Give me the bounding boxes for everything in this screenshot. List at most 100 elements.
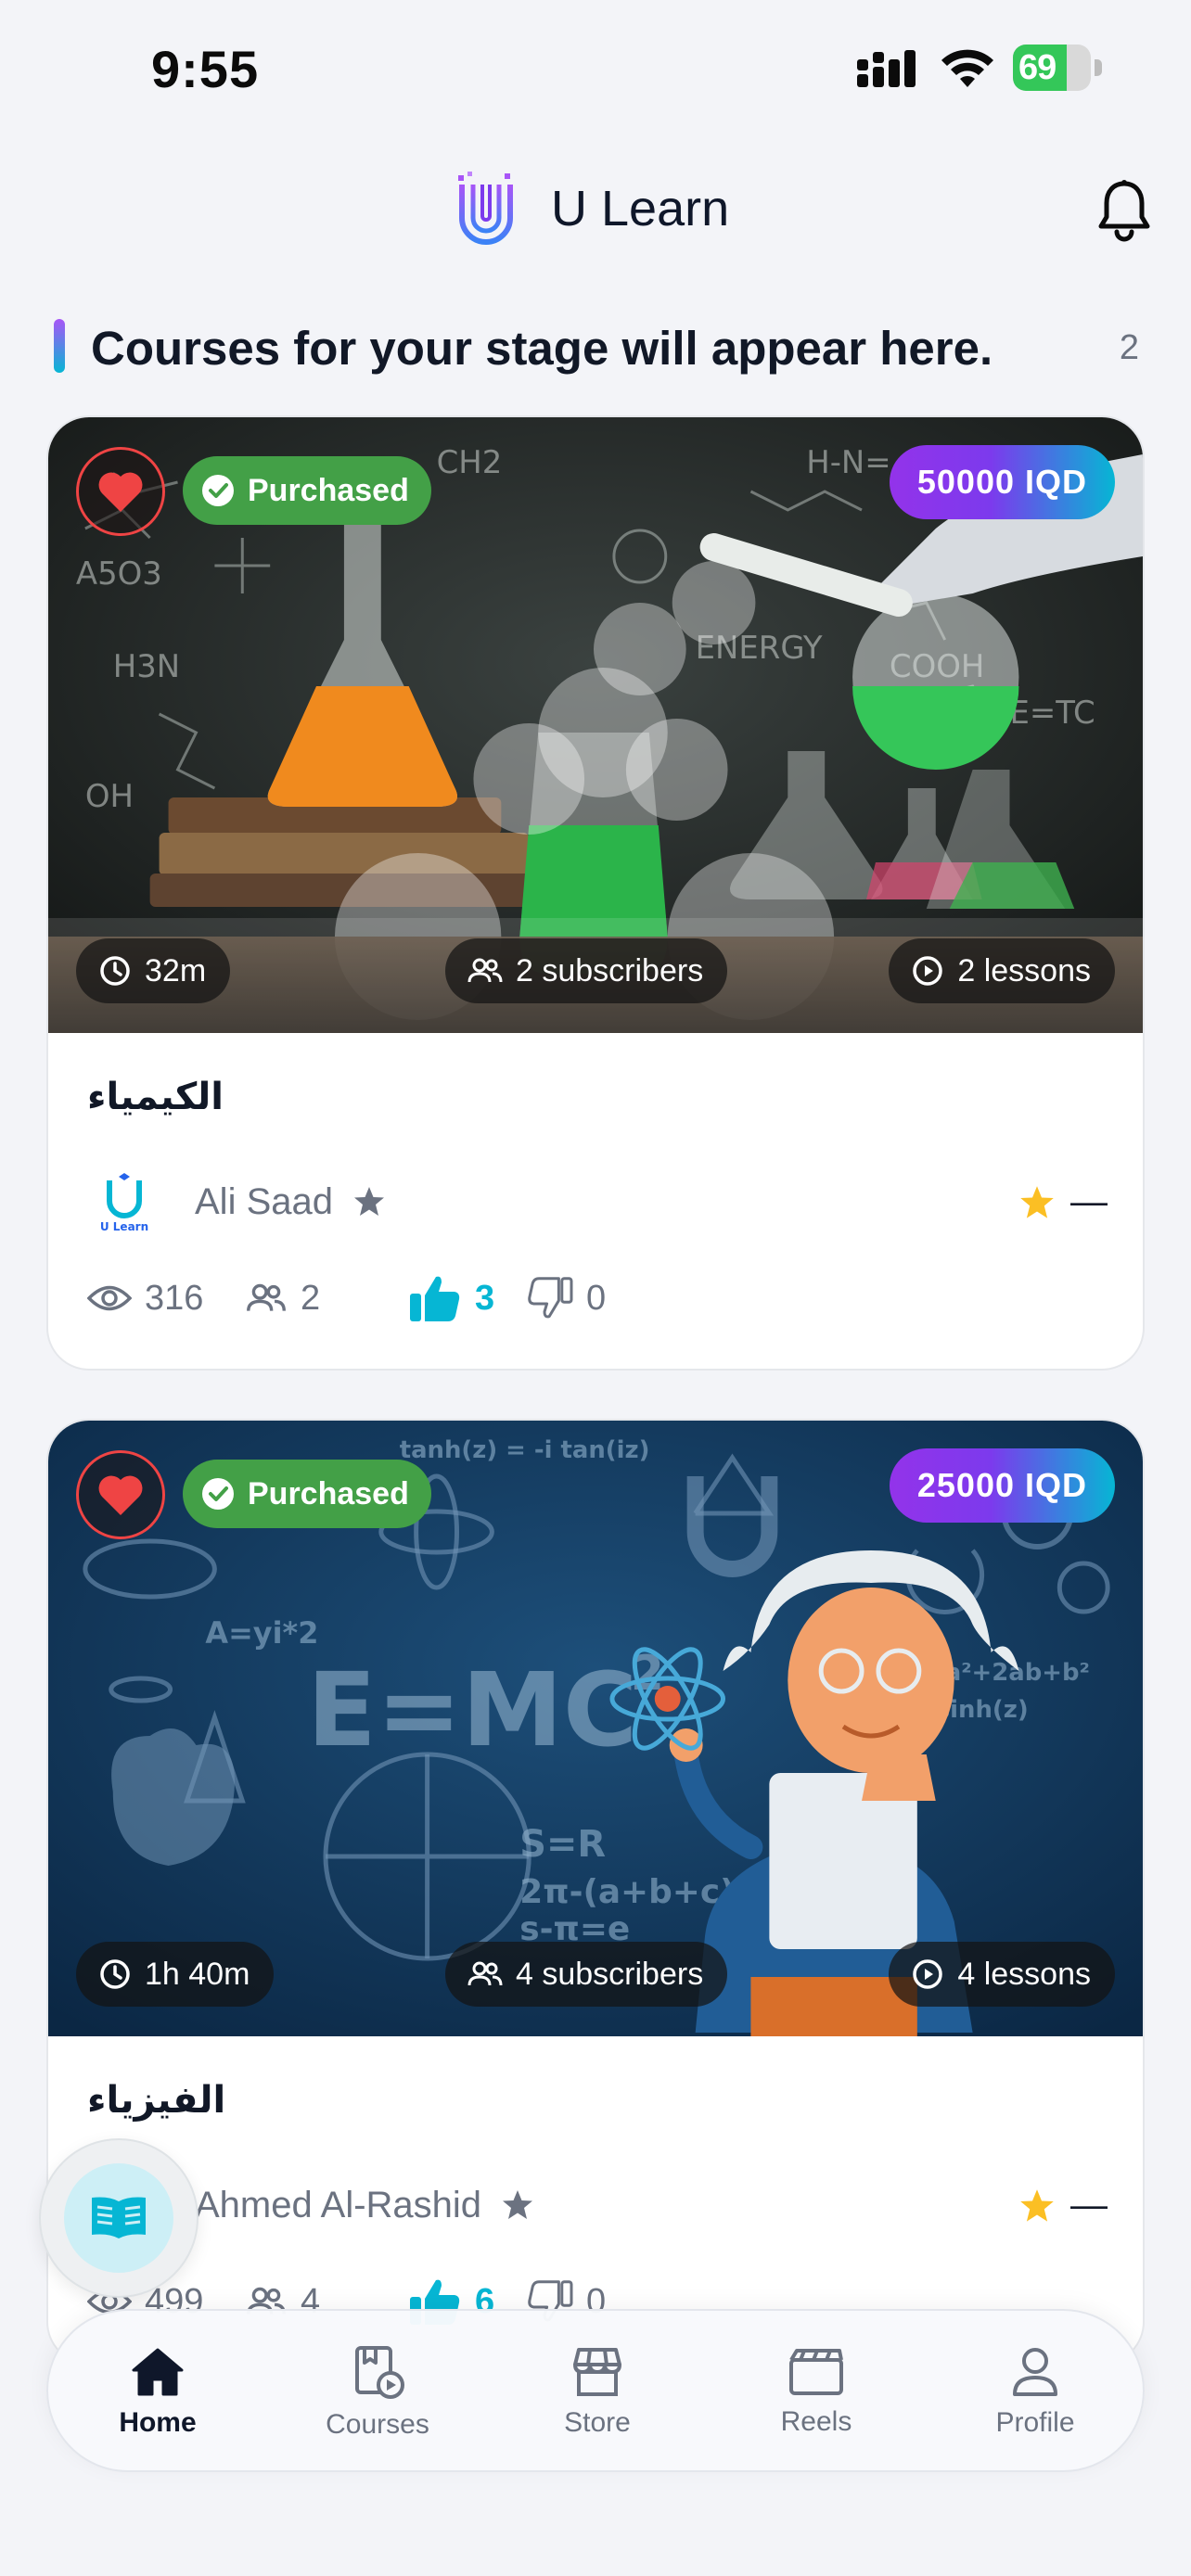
svg-text:E=TC: E=TC — [1009, 695, 1095, 732]
course-thumbnail[interactable]: A5O3 H2N H3N CH2 H-N= COOH E=TC ENERGY O… — [48, 417, 1143, 1033]
subscribers-label: 2 subscribers — [516, 952, 704, 988]
svg-text:A=yi*2: A=yi*2 — [205, 1615, 318, 1651]
open-book-icon — [92, 2197, 146, 2238]
section-heading: Courses for your stage will appear here.… — [54, 315, 1139, 380]
duration-label: 32m — [145, 952, 207, 988]
duration-chip: 32m — [76, 938, 231, 1003]
favorite-button[interactable] — [76, 1450, 165, 1539]
members-stat: 2 — [245, 1270, 320, 1326]
stats-row: 316 2 3 0 — [87, 1270, 1015, 1326]
rating: — — [1018, 2185, 1108, 2229]
dislikes-stat[interactable]: 0 — [527, 1270, 606, 1326]
app-header: U Learn — [0, 158, 1191, 260]
views-stat: 316 — [87, 1270, 203, 1326]
nav-item-profile[interactable]: Profile — [942, 2311, 1128, 2474]
users-icon — [467, 958, 503, 983]
subscribers-chip: 4 subscribers — [445, 1942, 728, 2007]
profile-icon — [1013, 2348, 1057, 2396]
svg-text:OH: OH — [85, 778, 134, 815]
course-thumbnail[interactable]: E=MC 2 S=R 2π-(a+b+c) s-π=e A=yi*2 a²+2a… — [48, 1421, 1143, 2036]
instructor-name-text: Ali Saad — [195, 1181, 333, 1222]
section-accent-bar — [54, 319, 65, 373]
price-badge: 50000 IQD — [889, 445, 1115, 519]
battery-indicator: 69 — [1013, 45, 1102, 91]
wifi-icon — [941, 49, 993, 87]
eye-icon — [87, 1285, 132, 1311]
rating-value: — — [1070, 1181, 1108, 1222]
reels-icon — [789, 2349, 843, 2395]
heart-icon — [98, 472, 143, 512]
rating: — — [1018, 1181, 1108, 1226]
svg-text:A5O3: A5O3 — [76, 555, 162, 593]
store-icon — [573, 2348, 621, 2396]
price-label: 25000 IQD — [916, 1466, 1087, 1504]
clock-icon — [100, 956, 130, 986]
thumbs-down-icon — [528, 1277, 573, 1319]
instructor-row[interactable]: U Learn Ali Saad — — [87, 1167, 1108, 1241]
verified-star-icon — [503, 2190, 533, 2219]
svg-text:S=R: S=R — [519, 1823, 606, 1866]
thumbs-up-icon — [410, 1276, 460, 1321]
svg-text:H3N: H3N — [113, 648, 180, 685]
nav-label-reels: Reels — [780, 2406, 852, 2437]
lessons-chip: 4 lessons — [889, 1942, 1115, 2007]
rating-star-icon — [1020, 1186, 1054, 1218]
play-circle-icon — [913, 956, 943, 986]
svg-text:H-N=: H-N= — [806, 444, 890, 481]
nav-label-home: Home — [119, 2407, 197, 2438]
floating-action-button[interactable] — [39, 2138, 198, 2298]
svg-text:CH2: CH2 — [437, 444, 503, 481]
likes-stat[interactable]: 3 — [408, 1270, 494, 1326]
section-count: 2 — [1119, 328, 1139, 367]
nav-item-home[interactable]: Home — [65, 2311, 250, 2474]
price-label: 50000 IQD — [916, 463, 1087, 501]
nav-item-store[interactable]: Store — [505, 2311, 690, 2474]
members-count: 2 — [301, 1278, 321, 1318]
check-circle-icon — [202, 475, 234, 506]
svg-text:tanh(z) = -i tan(iz): tanh(z) = -i tan(iz) — [400, 1436, 650, 1464]
duration-label: 1h 40m — [145, 1956, 250, 1992]
rating-value: — — [1070, 2185, 1108, 2225]
notification-bell-icon[interactable] — [1095, 178, 1154, 243]
battery-percent: 69 — [1018, 48, 1057, 87]
status-bar: 9:55 69 — [0, 0, 1191, 139]
purchased-label: Purchased — [248, 1475, 409, 1511]
verified-star-icon — [354, 1187, 385, 1216]
purchased-badge: Purchased — [183, 456, 431, 525]
app-title: U Learn — [551, 181, 730, 236]
nav-label-profile: Profile — [995, 2407, 1075, 2438]
dislikes-count: 0 — [586, 1278, 607, 1318]
svg-text:a²+2ab+b²: a²+2ab+b² — [945, 1659, 1090, 1687]
course-card[interactable]: E=MC 2 S=R 2π-(a+b+c) s-π=e A=yi*2 a²+2a… — [46, 1419, 1145, 2365]
section-title: Courses for your stage will appear here. — [91, 322, 993, 375]
nav-item-courses[interactable]: Courses — [285, 2311, 470, 2474]
cellular-signal-icon — [857, 50, 916, 87]
svg-text:2π-(a+b+c): 2π-(a+b+c) — [519, 1873, 735, 1911]
svg-text:E=MC: E=MC — [307, 1651, 637, 1769]
course-card[interactable]: A5O3 H2N H3N CH2 H-N= COOH E=TC ENERGY O… — [46, 415, 1145, 1371]
course-title[interactable]: الفيزياء — [87, 2079, 225, 2122]
nav-label-store: Store — [564, 2407, 631, 2438]
favorite-button[interactable] — [76, 447, 165, 536]
likes-count: 3 — [475, 1278, 495, 1318]
lessons-label: 2 lessons — [957, 952, 1091, 988]
views-count: 316 — [145, 1278, 204, 1318]
bottom-navigation: Home Courses Store Reels Profile — [46, 2309, 1145, 2472]
courses-icon — [355, 2346, 404, 2399]
rating-star-icon — [1020, 2189, 1054, 2222]
nav-item-reels[interactable]: Reels — [724, 2311, 909, 2474]
instructor-avatar: U Learn — [87, 1167, 161, 1241]
price-badge: 25000 IQD — [889, 1448, 1115, 1523]
check-circle-icon — [202, 1478, 234, 1510]
course-title[interactable]: الكيمياء — [87, 1076, 224, 1118]
heart-icon — [98, 1475, 143, 1515]
home-icon — [132, 2348, 184, 2396]
subscribers-chip: 2 subscribers — [445, 938, 728, 1003]
subscribers-label: 4 subscribers — [516, 1956, 704, 1992]
status-time: 9:55 — [151, 40, 260, 98]
nav-label-courses: Courses — [326, 2409, 429, 2440]
clock-icon — [100, 1959, 130, 1989]
instructor-row[interactable]: Ahmed Al-Rashid — — [87, 2170, 1108, 2244]
users-icon — [247, 1283, 286, 1311]
instructor-name-text: Ahmed Al-Rashid — [195, 2185, 482, 2225]
